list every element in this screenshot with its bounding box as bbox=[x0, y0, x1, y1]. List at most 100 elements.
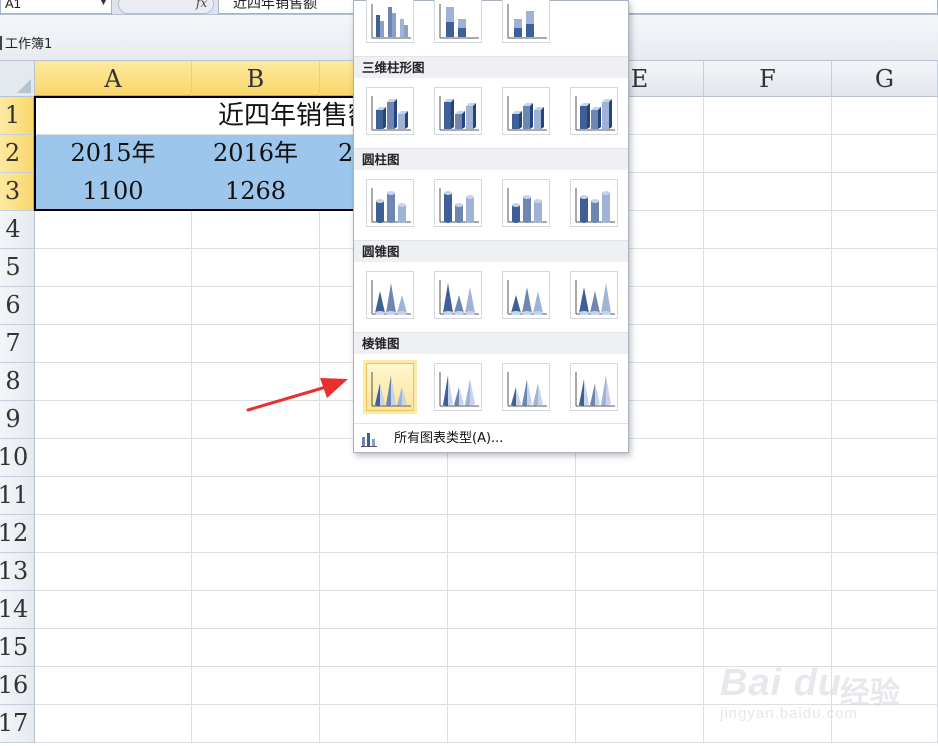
clustered-column-button[interactable] bbox=[366, 0, 414, 43]
cell-c16[interactable] bbox=[320, 667, 448, 705]
cell-b10[interactable] bbox=[192, 439, 320, 477]
cell-f7[interactable] bbox=[704, 325, 832, 363]
row-header-10[interactable]: 10 bbox=[0, 439, 35, 477]
column-header-b[interactable]: B bbox=[192, 61, 320, 97]
cell-a12[interactable] bbox=[35, 515, 192, 553]
cell-d16[interactable] bbox=[448, 667, 576, 705]
cell-g12[interactable] bbox=[832, 515, 938, 553]
cell-g1[interactable] bbox=[832, 97, 938, 135]
cell-b15[interactable] bbox=[192, 629, 320, 667]
clustered-cylinder-button[interactable] bbox=[366, 179, 414, 227]
cell-a11[interactable] bbox=[35, 477, 192, 515]
cell-b7[interactable] bbox=[192, 325, 320, 363]
cell-a15[interactable] bbox=[35, 629, 192, 667]
3d-pyramid-button[interactable] bbox=[570, 363, 618, 411]
cell-f3[interactable] bbox=[704, 173, 832, 211]
3d-clustered-column-button[interactable] bbox=[366, 87, 414, 135]
cell-b16[interactable] bbox=[192, 667, 320, 705]
workbook-tab[interactable]: 工作簿1 bbox=[0, 35, 56, 57]
cell-a4[interactable] bbox=[35, 211, 192, 249]
3d-column-button[interactable] bbox=[570, 87, 618, 135]
100-percent-stacked-pyramid-button[interactable] bbox=[502, 363, 550, 411]
cell-d15[interactable] bbox=[448, 629, 576, 667]
cell-c15[interactable] bbox=[320, 629, 448, 667]
cell-b5[interactable] bbox=[192, 249, 320, 287]
cell-a10[interactable] bbox=[35, 439, 192, 477]
column-header-f[interactable]: F bbox=[704, 61, 832, 97]
cell-b2[interactable]: 2016年 bbox=[192, 135, 320, 173]
cell-e17[interactable] bbox=[576, 705, 704, 743]
cell-f12[interactable] bbox=[704, 515, 832, 553]
row-header-5[interactable]: 5 bbox=[0, 249, 35, 287]
row-header-1[interactable]: 1 bbox=[0, 97, 35, 135]
all-chart-types-item[interactable]: 所有图表类型(A)... bbox=[354, 423, 628, 453]
row-header-9[interactable]: 9 bbox=[0, 401, 35, 439]
stacked-column-button[interactable] bbox=[434, 0, 482, 43]
cell-g10[interactable] bbox=[832, 439, 938, 477]
clustered-pyramid-button[interactable] bbox=[366, 363, 414, 411]
cell-a9[interactable] bbox=[35, 401, 192, 439]
cell-g3[interactable] bbox=[832, 173, 938, 211]
cell-c12[interactable] bbox=[320, 515, 448, 553]
cell-c17[interactable] bbox=[320, 705, 448, 743]
3d-cone-button[interactable] bbox=[570, 271, 618, 319]
cell-f4[interactable] bbox=[704, 211, 832, 249]
cell-f14[interactable] bbox=[704, 591, 832, 629]
100-percent-stacked-cone-button[interactable] bbox=[502, 271, 550, 319]
name-box[interactable]: A1 bbox=[0, 0, 112, 14]
stacked-cone-button[interactable] bbox=[434, 271, 482, 319]
cell-a7[interactable] bbox=[35, 325, 192, 363]
cell-a6[interactable] bbox=[35, 287, 192, 325]
cell-c14[interactable] bbox=[320, 591, 448, 629]
cell-b3[interactable]: 1268 bbox=[192, 173, 320, 211]
cell-b14[interactable] bbox=[192, 591, 320, 629]
cell-d17[interactable] bbox=[448, 705, 576, 743]
stacked-cylinder-button[interactable] bbox=[434, 179, 482, 227]
cell-f5[interactable] bbox=[704, 249, 832, 287]
cell-e12[interactable] bbox=[576, 515, 704, 553]
cell-f8[interactable] bbox=[704, 363, 832, 401]
cell-a16[interactable] bbox=[35, 667, 192, 705]
row-header-14[interactable]: 14 bbox=[0, 591, 35, 629]
row-header-2[interactable]: 2 bbox=[0, 135, 35, 173]
cell-e13[interactable] bbox=[576, 553, 704, 591]
row-header-8[interactable]: 8 bbox=[0, 363, 35, 401]
row-header-7[interactable]: 7 bbox=[0, 325, 35, 363]
cell-c11[interactable] bbox=[320, 477, 448, 515]
select-all-button[interactable] bbox=[0, 61, 35, 97]
cell-g5[interactable] bbox=[832, 249, 938, 287]
cell-a3[interactable]: 1100 bbox=[35, 173, 192, 211]
cell-e11[interactable] bbox=[576, 477, 704, 515]
title-cell[interactable]: 近四年销售额 bbox=[35, 97, 365, 135]
cell-g9[interactable] bbox=[832, 401, 938, 439]
cell-g6[interactable] bbox=[832, 287, 938, 325]
cell-b13[interactable] bbox=[192, 553, 320, 591]
100-percent-stacked-cylinder-button[interactable] bbox=[502, 179, 550, 227]
cell-f13[interactable] bbox=[704, 553, 832, 591]
cell-g4[interactable] bbox=[832, 211, 938, 249]
insert-function-icon[interactable]: fx bbox=[196, 0, 207, 10]
cell-b12[interactable] bbox=[192, 515, 320, 553]
cell-g8[interactable] bbox=[832, 363, 938, 401]
cell-g11[interactable] bbox=[832, 477, 938, 515]
cell-d13[interactable] bbox=[448, 553, 576, 591]
cell-b11[interactable] bbox=[192, 477, 320, 515]
cell-c13[interactable] bbox=[320, 553, 448, 591]
stacked-pyramid-button[interactable] bbox=[434, 363, 482, 411]
cell-f9[interactable] bbox=[704, 401, 832, 439]
row-header-11[interactable]: 11 bbox=[0, 477, 35, 515]
row-header-13[interactable]: 13 bbox=[0, 553, 35, 591]
cell-e16[interactable] bbox=[576, 667, 704, 705]
3d-100-percent-stacked-column-button[interactable] bbox=[502, 87, 550, 135]
cell-b4[interactable] bbox=[192, 211, 320, 249]
clustered-cone-button[interactable] bbox=[366, 271, 414, 319]
column-header-a[interactable]: A bbox=[35, 61, 192, 97]
3d-stacked-column-button[interactable] bbox=[434, 87, 482, 135]
cell-a2[interactable]: 2015年 bbox=[35, 135, 192, 173]
row-header-3[interactable]: 3 bbox=[0, 173, 35, 211]
100-percent-stacked-column-button[interactable] bbox=[502, 0, 550, 43]
cell-b17[interactable] bbox=[192, 705, 320, 743]
cell-f10[interactable] bbox=[704, 439, 832, 477]
row-header-17[interactable]: 17 bbox=[0, 705, 35, 743]
row-header-15[interactable]: 15 bbox=[0, 629, 35, 667]
